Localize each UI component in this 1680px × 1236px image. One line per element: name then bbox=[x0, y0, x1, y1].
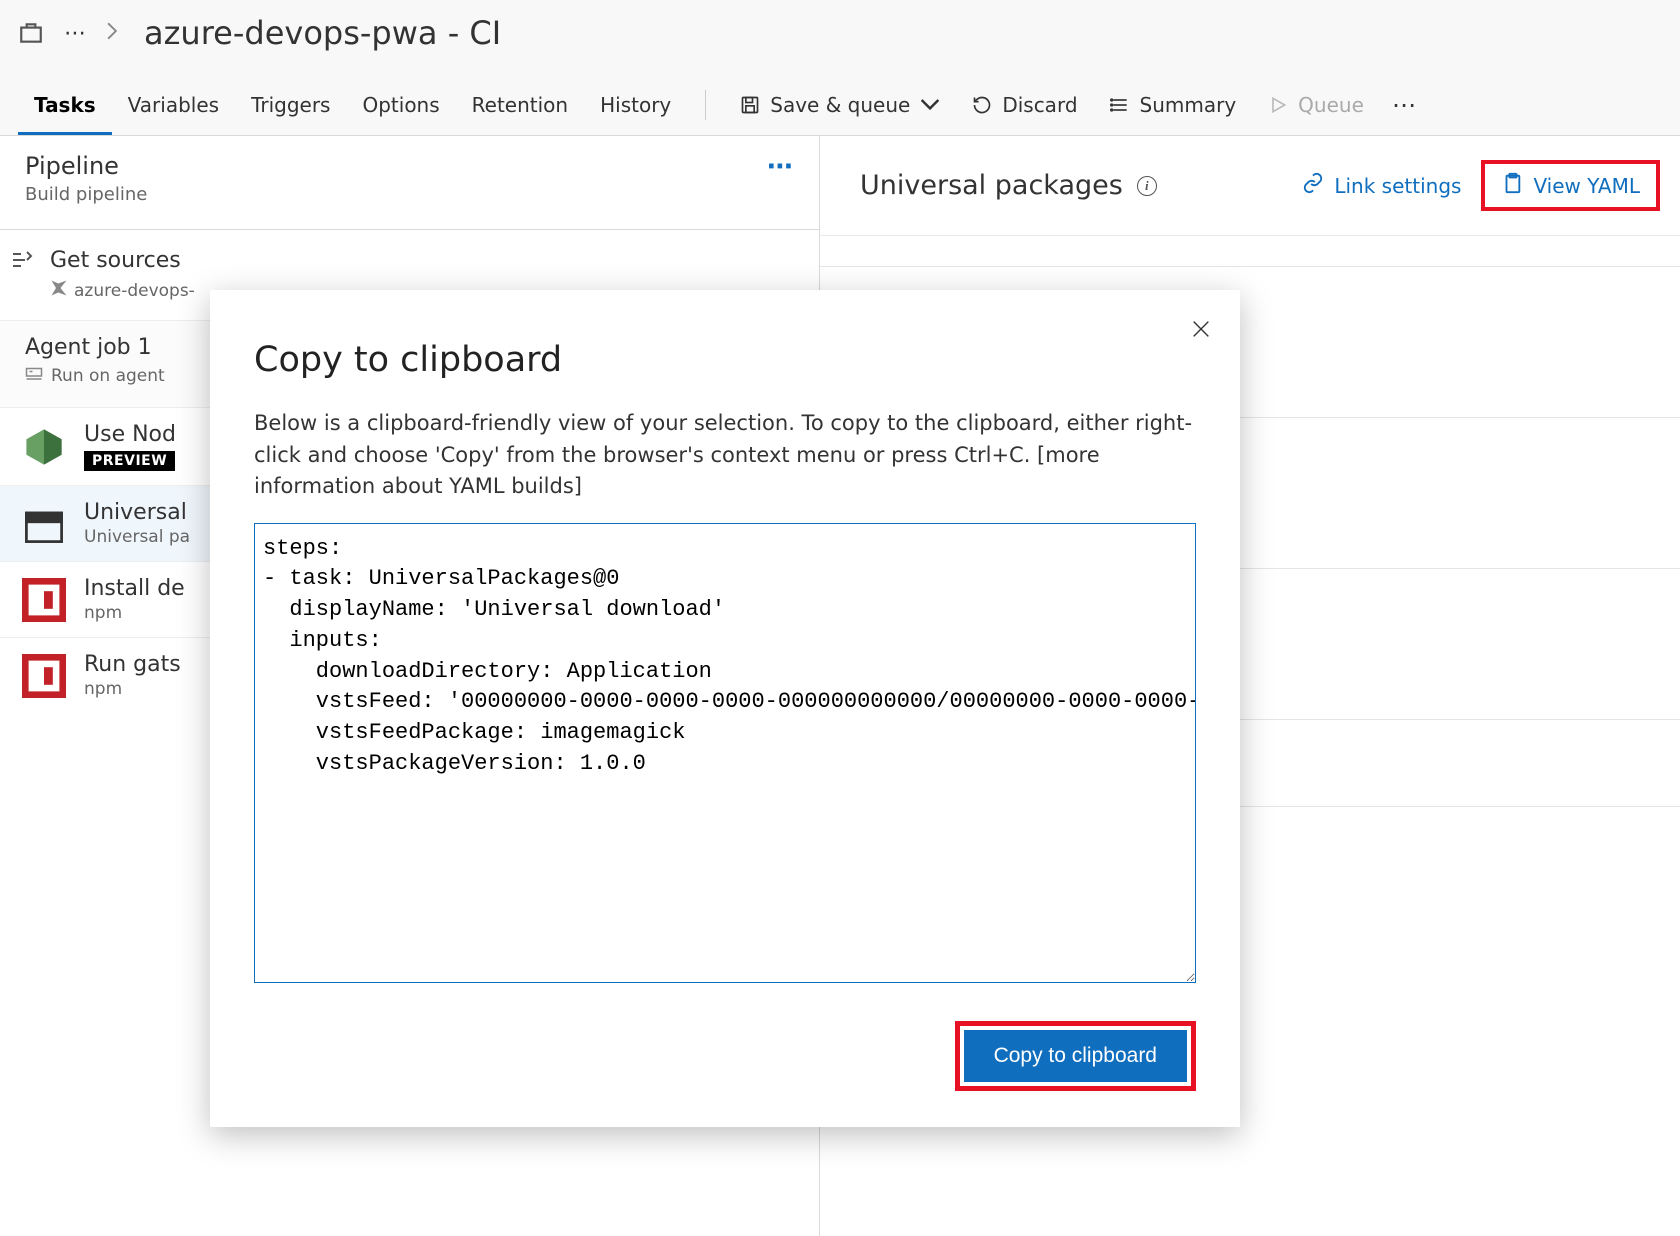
breadcrumb-ellipsis[interactable]: ⋯ bbox=[64, 21, 86, 46]
yaml-textarea[interactable] bbox=[254, 523, 1196, 983]
discard-label: Discard bbox=[1002, 93, 1077, 117]
copy-to-clipboard-button[interactable]: Copy to clipboard bbox=[964, 1030, 1187, 1082]
link-settings-label: Link settings bbox=[1334, 174, 1461, 198]
link-icon bbox=[1302, 172, 1324, 199]
details-title: Universal packages bbox=[860, 170, 1123, 201]
agent-icon bbox=[25, 364, 43, 387]
tab-variables[interactable]: Variables bbox=[112, 75, 235, 135]
node-icon bbox=[22, 425, 66, 469]
dialog-description: Below is a clipboard-friendly view of yo… bbox=[254, 408, 1196, 503]
agent-subtitle: Run on agent bbox=[51, 366, 165, 386]
summary-label: Summary bbox=[1140, 93, 1237, 117]
clipboard-icon bbox=[1501, 172, 1523, 199]
save-queue-button[interactable]: Save & queue bbox=[724, 85, 956, 125]
pipeline-header[interactable]: Pipeline Build pipeline ⋯ bbox=[0, 136, 819, 230]
sources-repo: azure-devops- bbox=[74, 281, 195, 301]
page-title: azure-devops-pwa - CI bbox=[144, 14, 501, 52]
task-title: Universal bbox=[84, 500, 190, 525]
tab-triggers[interactable]: Triggers bbox=[235, 75, 346, 135]
more-actions-button[interactable]: ⋯ bbox=[1380, 91, 1428, 119]
repo-icon bbox=[50, 279, 68, 302]
tab-tasks[interactable]: Tasks bbox=[18, 75, 112, 135]
tab-history[interactable]: History bbox=[584, 75, 687, 135]
npm-icon bbox=[22, 578, 66, 622]
task-title: Use Nod bbox=[84, 422, 176, 447]
breadcrumb: ⋯ azure-devops-pwa - CI bbox=[0, 0, 1680, 74]
package-icon bbox=[22, 502, 66, 546]
tab-retention[interactable]: Retention bbox=[456, 75, 584, 135]
dialog-title: Copy to clipboard bbox=[254, 340, 1196, 380]
pipeline-more-button[interactable]: ⋯ bbox=[767, 152, 794, 182]
task-title: Install de bbox=[84, 576, 185, 601]
view-yaml-label: View YAML bbox=[1533, 174, 1640, 198]
close-button[interactable] bbox=[1190, 318, 1212, 346]
task-title: Run gats bbox=[84, 652, 181, 677]
pipeline-title: Pipeline bbox=[25, 152, 147, 180]
view-yaml-button[interactable]: View YAML bbox=[1493, 168, 1648, 203]
tab-options[interactable]: Options bbox=[346, 75, 455, 135]
save-queue-label: Save & queue bbox=[770, 93, 910, 117]
discard-button[interactable]: Discard bbox=[956, 85, 1093, 125]
tab-bar: Tasks Variables Triggers Options Retenti… bbox=[0, 74, 1680, 136]
link-settings-button[interactable]: Link settings bbox=[1290, 164, 1473, 207]
chevron-right-icon bbox=[106, 22, 118, 44]
queue-label: Queue bbox=[1298, 93, 1364, 117]
project-icon[interactable] bbox=[18, 20, 44, 46]
queue-button: Queue bbox=[1252, 85, 1380, 125]
info-icon[interactable]: i bbox=[1137, 176, 1157, 196]
sources-icon bbox=[10, 248, 34, 276]
task-subtitle: npm bbox=[84, 603, 185, 623]
pipeline-subtitle: Build pipeline bbox=[25, 184, 147, 205]
divider bbox=[705, 90, 706, 120]
sources-title: Get sources bbox=[50, 248, 195, 273]
summary-button[interactable]: Summary bbox=[1094, 85, 1253, 125]
npm-icon bbox=[22, 654, 66, 698]
task-subtitle: npm bbox=[84, 679, 181, 699]
task-subtitle: Universal pa bbox=[84, 527, 190, 547]
preview-badge: PREVIEW bbox=[84, 451, 175, 471]
copy-to-clipboard-dialog: Copy to clipboard Below is a clipboard-f… bbox=[210, 290, 1240, 1127]
